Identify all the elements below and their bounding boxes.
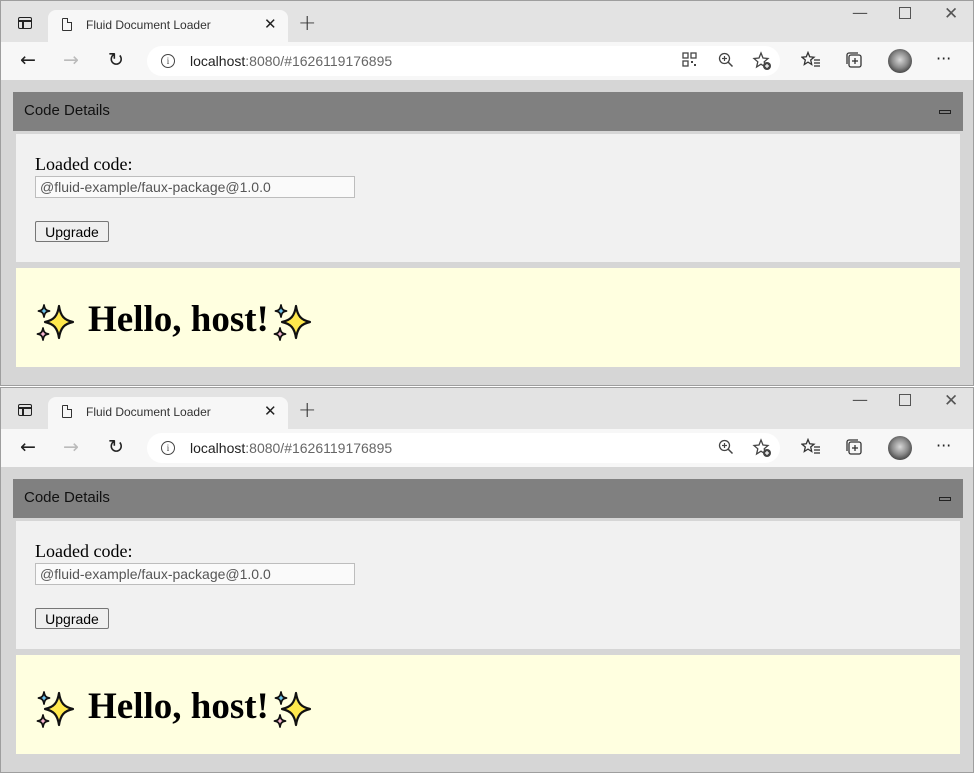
code-details-panel: Loaded code: Upgrade	[16, 521, 960, 649]
qr-code-icon[interactable]	[682, 52, 697, 71]
browser-toolbar: ← → ↻ i localhost:8080/#1626119176895 ··…	[1, 429, 973, 468]
profile-avatar[interactable]	[888, 436, 912, 460]
header-title: Code Details	[24, 489, 110, 506]
sparkles-icon	[36, 691, 75, 728]
minimize-button[interactable]: —	[852, 390, 868, 409]
loaded-code-label: Loaded code:	[35, 154, 133, 174]
browser-toolbar: ← → ↻ i localhost:8080/#1626119176895 ··…	[1, 42, 973, 81]
page-content: Code Details Loaded code: Upgrade Hello,…	[1, 81, 973, 385]
code-details-panel: Loaded code: Upgrade	[16, 134, 960, 262]
zoom-icon[interactable]	[718, 439, 734, 459]
zoom-icon[interactable]	[718, 52, 734, 72]
browser-tab[interactable]: Fluid Document Loader ✕	[48, 397, 288, 429]
upgrade-button[interactable]: Upgrade	[35, 608, 109, 629]
tab-close-icon[interactable]: ✕	[264, 15, 277, 33]
maximize-button[interactable]	[899, 7, 911, 19]
favorites-icon[interactable]	[800, 50, 821, 73]
sparkles-icon	[36, 304, 75, 341]
tab-close-icon[interactable]: ✕	[264, 402, 277, 420]
hello-container: Hello, host!	[16, 655, 960, 754]
close-window-button[interactable]: ✕	[944, 4, 958, 24]
forward-button[interactable]: →	[63, 437, 79, 457]
browser-window-top: Fluid Document Loader ✕ + — ✕ ← → ↻ i lo…	[0, 0, 974, 386]
site-info-icon[interactable]: i	[161, 441, 175, 455]
profile-avatar[interactable]	[888, 49, 912, 73]
hello-container: Hello, host!	[16, 268, 960, 367]
loaded-code-label: Loaded code:	[35, 541, 133, 561]
site-info-icon[interactable]: i	[161, 54, 175, 68]
page-icon	[62, 405, 72, 418]
add-favorite-icon[interactable]	[752, 51, 772, 75]
page-content: Code Details Loaded code: Upgrade Hello,…	[1, 468, 973, 772]
tab-strip: Fluid Document Loader ✕ + — ✕	[1, 1, 973, 42]
reload-button[interactable]: ↻	[108, 437, 124, 457]
browser-window-bottom: Fluid Document Loader ✕ + — ✕ ← → ↻ i lo…	[0, 387, 974, 773]
code-details-header[interactable]: Code Details	[13, 92, 963, 131]
more-menu-button[interactable]: ···	[936, 49, 951, 69]
back-button[interactable]: ←	[20, 437, 36, 457]
minimize-button[interactable]: —	[852, 3, 868, 22]
favorites-icon[interactable]	[800, 437, 821, 460]
sparkles-icon	[273, 691, 312, 728]
more-menu-button[interactable]: ···	[936, 436, 951, 456]
page-icon	[62, 18, 72, 31]
close-window-button[interactable]: ✕	[944, 391, 958, 411]
hello-heading: Hello, host!	[88, 299, 269, 340]
collapse-icon[interactable]	[939, 497, 951, 501]
sparkles-icon	[273, 304, 312, 341]
loaded-code-input[interactable]	[35, 563, 355, 585]
upgrade-button[interactable]: Upgrade	[35, 221, 109, 242]
new-tab-button[interactable]: +	[298, 399, 316, 423]
maximize-button[interactable]	[899, 394, 911, 406]
loaded-code-input[interactable]	[35, 176, 355, 198]
new-tab-button[interactable]: +	[298, 12, 316, 36]
tab-strip: Fluid Document Loader ✕ + — ✕	[1, 388, 973, 429]
browser-tab[interactable]: Fluid Document Loader ✕	[48, 10, 288, 42]
address-bar[interactable]: i localhost:8080/#1626119176895	[147, 46, 780, 76]
tab-title: Fluid Document Loader	[86, 405, 211, 419]
url-text[interactable]: localhost:8080/#1626119176895	[190, 440, 392, 456]
tab-title: Fluid Document Loader	[86, 18, 211, 32]
add-favorite-icon[interactable]	[752, 438, 772, 462]
header-title: Code Details	[24, 102, 110, 119]
code-details-header[interactable]: Code Details	[13, 479, 963, 518]
collections-icon[interactable]	[845, 51, 863, 73]
tab-actions-icon[interactable]	[18, 17, 32, 29]
reload-button[interactable]: ↻	[108, 50, 124, 70]
forward-button[interactable]: →	[63, 50, 79, 70]
collections-icon[interactable]	[845, 438, 863, 460]
collapse-icon[interactable]	[939, 110, 951, 114]
address-bar[interactable]: i localhost:8080/#1626119176895	[147, 433, 780, 463]
url-text[interactable]: localhost:8080/#1626119176895	[190, 53, 392, 69]
back-button[interactable]: ←	[20, 50, 36, 70]
tab-actions-icon[interactable]	[18, 404, 32, 416]
hello-heading: Hello, host!	[88, 686, 269, 727]
